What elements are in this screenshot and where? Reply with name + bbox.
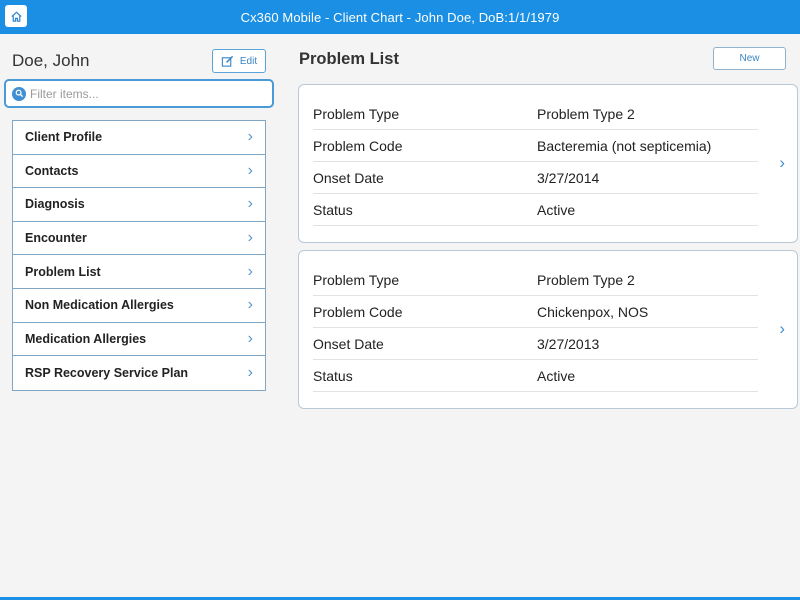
field-label: Onset Date [313, 169, 384, 186]
menu-item-non-medication-allergies[interactable]: Non Medication Allergies › [13, 289, 265, 323]
menu-item-label: Problem List [25, 264, 101, 279]
filter-input[interactable] [30, 86, 260, 101]
chevron-right-icon: › [247, 329, 253, 347]
field-label: Problem Code [313, 303, 403, 320]
problem-field-row: Problem Code Chickenpox, NOS [313, 296, 758, 328]
field-label: Status [313, 367, 353, 384]
menu-item-encounter[interactable]: Encounter › [13, 222, 265, 256]
field-value: Problem Type 2 [537, 271, 635, 288]
problem-field-row: Onset Date 3/27/2014 [313, 162, 758, 194]
field-value: Problem Type 2 [537, 105, 635, 122]
client-chart-menu: Client Profile › Contacts › Diagnosis › … [12, 120, 266, 391]
menu-item-diagnosis[interactable]: Diagnosis › [13, 188, 265, 222]
problem-field-row: Status Active [313, 360, 758, 392]
problem-field-row: Problem Type Problem Type 2 [313, 98, 758, 130]
search-icon [12, 86, 26, 101]
problem-field-row: Onset Date 3/27/2013 [313, 328, 758, 360]
edit-label: Edit [239, 55, 258, 67]
problem-field-row: Problem Code Bacteremia (not septicemia) [313, 130, 758, 162]
chevron-right-icon[interactable]: › [779, 319, 785, 339]
filter-field[interactable] [4, 79, 274, 108]
chevron-right-icon: › [247, 363, 253, 381]
menu-item-label: Encounter [25, 231, 87, 246]
window-title: Cx360 Mobile - Client Chart - John Doe, … [240, 9, 560, 25]
field-value: Active [537, 367, 576, 384]
problem-field-row: Problem Type Problem Type 2 [313, 264, 758, 296]
menu-item-contacts[interactable]: Contacts › [13, 155, 265, 189]
field-value: 3/27/2013 [537, 335, 600, 352]
field-label: Problem Type [313, 271, 400, 288]
chevron-right-icon: › [247, 262, 253, 280]
menu-item-rsp-recovery-service-plan[interactable]: RSP Recovery Service Plan › [13, 356, 265, 390]
edit-icon [221, 55, 234, 67]
chevron-right-icon: › [247, 195, 253, 213]
client-name: Doe, John [12, 51, 90, 70]
problem-field-row: Status Active [313, 194, 758, 226]
field-value: Bacteremia (not septicemia) [537, 137, 712, 154]
home-button[interactable] [5, 5, 27, 27]
field-label: Problem Type [313, 105, 400, 122]
app-header: Cx360 Mobile - Client Chart - John Doe, … [0, 0, 800, 34]
field-label: Problem Code [313, 137, 403, 154]
menu-item-client-profile[interactable]: Client Profile › [13, 121, 265, 155]
menu-item-label: Medication Allergies [25, 331, 147, 346]
problem-card[interactable]: Problem Type Problem Type 2 Problem Code… [298, 84, 798, 243]
chevron-right-icon[interactable]: › [779, 153, 785, 173]
field-label: Onset Date [313, 335, 384, 352]
menu-item-label: Client Profile [25, 130, 103, 145]
field-label: Status [313, 201, 353, 218]
chevron-right-icon: › [247, 296, 253, 314]
new-problem-button[interactable]: New [713, 47, 786, 70]
menu-item-label: Diagnosis [25, 197, 85, 212]
chevron-right-icon: › [247, 161, 253, 179]
menu-item-label: Contacts [25, 163, 79, 178]
chevron-right-icon: › [247, 128, 253, 146]
field-value: Chickenpox, NOS [537, 303, 649, 320]
menu-item-label: Non Medication Allergies [25, 298, 174, 313]
field-value: Active [537, 201, 576, 218]
problem-card[interactable]: Problem Type Problem Type 2 Problem Code… [298, 250, 798, 409]
page-title: Problem List [299, 50, 399, 68]
field-value: 3/27/2014 [537, 169, 600, 186]
menu-item-label: RSP Recovery Service Plan [25, 365, 189, 380]
menu-item-medication-allergies[interactable]: Medication Allergies › [13, 323, 265, 357]
menu-item-problem-list[interactable]: Problem List › [13, 255, 265, 289]
edit-button[interactable]: Edit [212, 49, 266, 73]
home-icon [10, 11, 22, 22]
chevron-right-icon: › [247, 229, 253, 247]
